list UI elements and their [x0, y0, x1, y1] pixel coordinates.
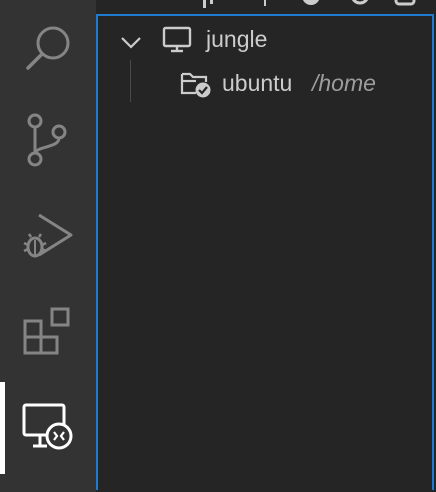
search-icon: [23, 23, 73, 73]
toolbar-icon[interactable]: [350, 0, 370, 15]
monitor-icon: [162, 26, 192, 60]
chevron-down-icon[interactable]: [120, 30, 142, 57]
folder-check-icon: [180, 70, 212, 104]
vscode-window: jungle ubuntu /home: [0, 0, 436, 492]
extensions-icon: [22, 306, 74, 358]
activity-remote-explorer[interactable]: [0, 380, 96, 476]
remote-explorer-tree: jungle ubuntu /home: [96, 14, 434, 490]
activity-source-control[interactable]: [0, 92, 96, 188]
run-and-debug-icon: [21, 209, 75, 263]
toolbar-icon[interactable]: [260, 0, 270, 15]
activity-bar: [0, 0, 96, 492]
tree-item-host[interactable]: jungle: [98, 18, 432, 62]
remote-explorer-icon: [21, 402, 75, 454]
folder-label: ubuntu: [222, 70, 293, 96]
toolbar-icon[interactable]: [300, 0, 322, 15]
folder-description: /home: [312, 70, 376, 96]
activity-run-debug[interactable]: [0, 188, 96, 284]
source-control-icon: [23, 112, 73, 168]
tree-item-folder[interactable]: ubuntu /home: [98, 62, 432, 106]
toolbar-icon[interactable]: [200, 0, 224, 15]
toolbar-icon[interactable]: [394, 0, 416, 15]
host-label: jungle: [206, 26, 268, 52]
activity-search[interactable]: [0, 0, 96, 96]
view-toolbar: [96, 0, 436, 14]
activity-extensions[interactable]: [0, 284, 96, 380]
